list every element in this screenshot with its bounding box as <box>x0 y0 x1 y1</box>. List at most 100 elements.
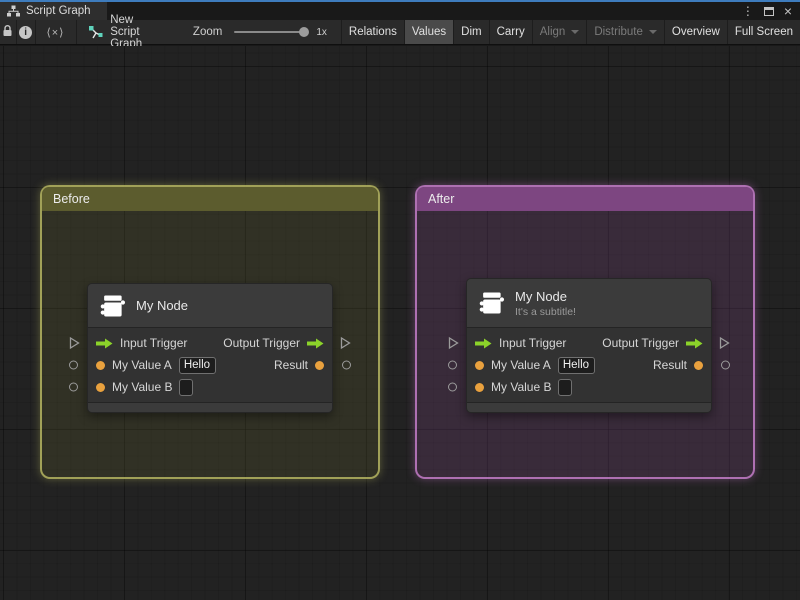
code-ports-icon: ⟨×⟩ <box>46 26 65 39</box>
align-label: Align <box>539 26 566 38</box>
hollow-triangle-icon[interactable] <box>719 336 730 350</box>
lock-button[interactable] <box>0 20 16 44</box>
values-button[interactable]: Values <box>404 20 454 44</box>
port-row-value-a: My Value A Result <box>448 354 730 376</box>
graph-asset-button[interactable]: New Script Graph <box>76 14 169 50</box>
input-trigger-label: Input Trigger <box>120 336 188 350</box>
result-port-icon[interactable] <box>694 360 703 370</box>
window-controls: ⋮ × <box>742 2 800 20</box>
hollow-circle-icon[interactable] <box>448 382 457 392</box>
hollow-circle-icon[interactable] <box>721 360 730 370</box>
group-after-label: After <box>428 192 455 206</box>
output-trigger-port-icon[interactable] <box>686 338 703 349</box>
toolbar-toggle-group: Relations Values Dim Carry Align Distrib… <box>340 20 800 44</box>
unit-node-icon <box>477 289 505 317</box>
close-icon[interactable]: × <box>784 4 792 18</box>
chevron-down-icon <box>648 30 657 34</box>
tab-script-graph[interactable]: Script Graph <box>0 2 107 20</box>
value-a-port-icon[interactable] <box>475 360 484 370</box>
info-icon: i <box>19 25 33 39</box>
input-trigger-port-icon[interactable] <box>96 338 113 349</box>
graph-asset-icon <box>88 25 103 40</box>
value-b-label: My Value B <box>112 380 173 394</box>
hierarchy-icon <box>7 5 20 17</box>
hollow-circle-icon[interactable] <box>448 360 457 370</box>
value-b-label: My Value B <box>491 380 552 394</box>
node-my-node-after[interactable]: My Node It's a subtitle! Input Trigger O… <box>448 278 730 413</box>
node-title: My Node <box>136 298 189 313</box>
overview-button[interactable]: Overview <box>665 20 727 44</box>
group-before-header[interactable]: Before <box>42 187 378 211</box>
value-a-port-icon[interactable] <box>96 360 105 370</box>
input-trigger-port-icon[interactable] <box>475 338 492 349</box>
value-b-port-icon[interactable] <box>475 382 484 392</box>
lock-icon <box>2 24 13 40</box>
group-before-label: Before <box>53 192 90 206</box>
zoom-slider[interactable] <box>234 27 310 37</box>
result-label: Result <box>273 358 308 372</box>
node-footer <box>467 402 711 412</box>
input-trigger-label: Input Trigger <box>499 336 567 350</box>
value-b-input[interactable] <box>558 378 573 396</box>
port-row-value-b: My Value B <box>69 376 324 398</box>
tab-title: Script Graph <box>26 5 91 17</box>
value-a-input[interactable] <box>557 356 595 374</box>
node-my-node-before[interactable]: My Node Input Trigger Output Trigger My … <box>69 283 351 413</box>
port-row-value-a: My Value A Result <box>69 354 351 376</box>
node-subtitle: It's a subtitle! <box>515 305 576 318</box>
value-b-port-icon[interactable] <box>96 382 105 392</box>
hollow-triangle-icon[interactable] <box>69 336 80 350</box>
script-graph-window: Script Graph ⋮ × i ⟨×⟩ New Script Graph … <box>0 0 800 600</box>
maximize-icon[interactable] <box>763 6 774 16</box>
window-menu-icon[interactable]: ⋮ <box>742 5 754 17</box>
port-row-triggers: Input Trigger Output Trigger <box>448 332 730 354</box>
fullscreen-button[interactable]: Full Screen <box>728 20 800 44</box>
node-header[interactable]: My Node It's a subtitle! <box>467 279 711 328</box>
node-footer <box>88 402 332 412</box>
hollow-circle-icon[interactable] <box>342 360 351 370</box>
align-button[interactable]: Align <box>533 20 587 44</box>
value-b-input[interactable] <box>179 378 194 396</box>
graph-asset-label: New Script Graph <box>110 14 143 50</box>
zoom-slider-handle[interactable] <box>299 27 310 37</box>
port-row-value-b: My Value B <box>448 376 703 398</box>
carry-label: Carry <box>496 26 525 38</box>
unit-node-icon <box>98 292 126 320</box>
result-label: Result <box>652 358 687 372</box>
carry-button[interactable]: Carry <box>490 20 532 44</box>
zoom-label: Zoom <box>192 26 223 38</box>
dim-label: Dim <box>461 26 482 38</box>
value-a-label: My Value A <box>491 358 551 372</box>
values-label: Values <box>411 26 447 38</box>
distribute-button[interactable]: Distribute <box>587 20 664 44</box>
result-port-icon[interactable] <box>315 360 324 370</box>
graph-toolbar: i ⟨×⟩ New Script Graph Zoom 1x Relations… <box>0 14 800 50</box>
chevron-down-icon <box>571 30 580 34</box>
relations-label: Relations <box>348 26 397 38</box>
output-trigger-label: Output Trigger <box>602 336 679 350</box>
hollow-triangle-icon[interactable] <box>340 336 351 350</box>
code-ports-button[interactable]: ⟨×⟩ <box>35 20 75 44</box>
overview-label: Overview <box>671 26 720 38</box>
hollow-circle-icon[interactable] <box>69 382 78 392</box>
value-a-input[interactable] <box>178 356 216 374</box>
distribute-label: Distribute <box>594 26 643 38</box>
port-row-triggers: Input Trigger Output Trigger <box>69 332 351 354</box>
zoom-control: Zoom 1x <box>193 20 327 44</box>
hollow-triangle-icon[interactable] <box>448 336 459 350</box>
dim-button[interactable]: Dim <box>454 20 488 44</box>
node-body: Input Trigger Output Trigger My Value A … <box>69 328 351 402</box>
fullscreen-label: Full Screen <box>734 26 793 38</box>
node-header[interactable]: My Node <box>88 284 332 328</box>
node-title: My Node <box>515 288 568 304</box>
output-trigger-port-icon[interactable] <box>307 338 324 349</box>
value-a-label: My Value A <box>112 358 172 372</box>
hollow-circle-icon[interactable] <box>69 360 78 370</box>
node-body: Input Trigger Output Trigger My Value A … <box>448 328 730 402</box>
zoom-value: 1x <box>316 26 327 38</box>
graph-canvas[interactable]: Before After My Node Input Trigger Outpu… <box>0 46 800 600</box>
group-after-header[interactable]: After <box>417 187 753 211</box>
output-trigger-label: Output Trigger <box>223 336 300 350</box>
info-button[interactable]: i <box>16 20 34 44</box>
relations-button[interactable]: Relations <box>342 20 404 44</box>
